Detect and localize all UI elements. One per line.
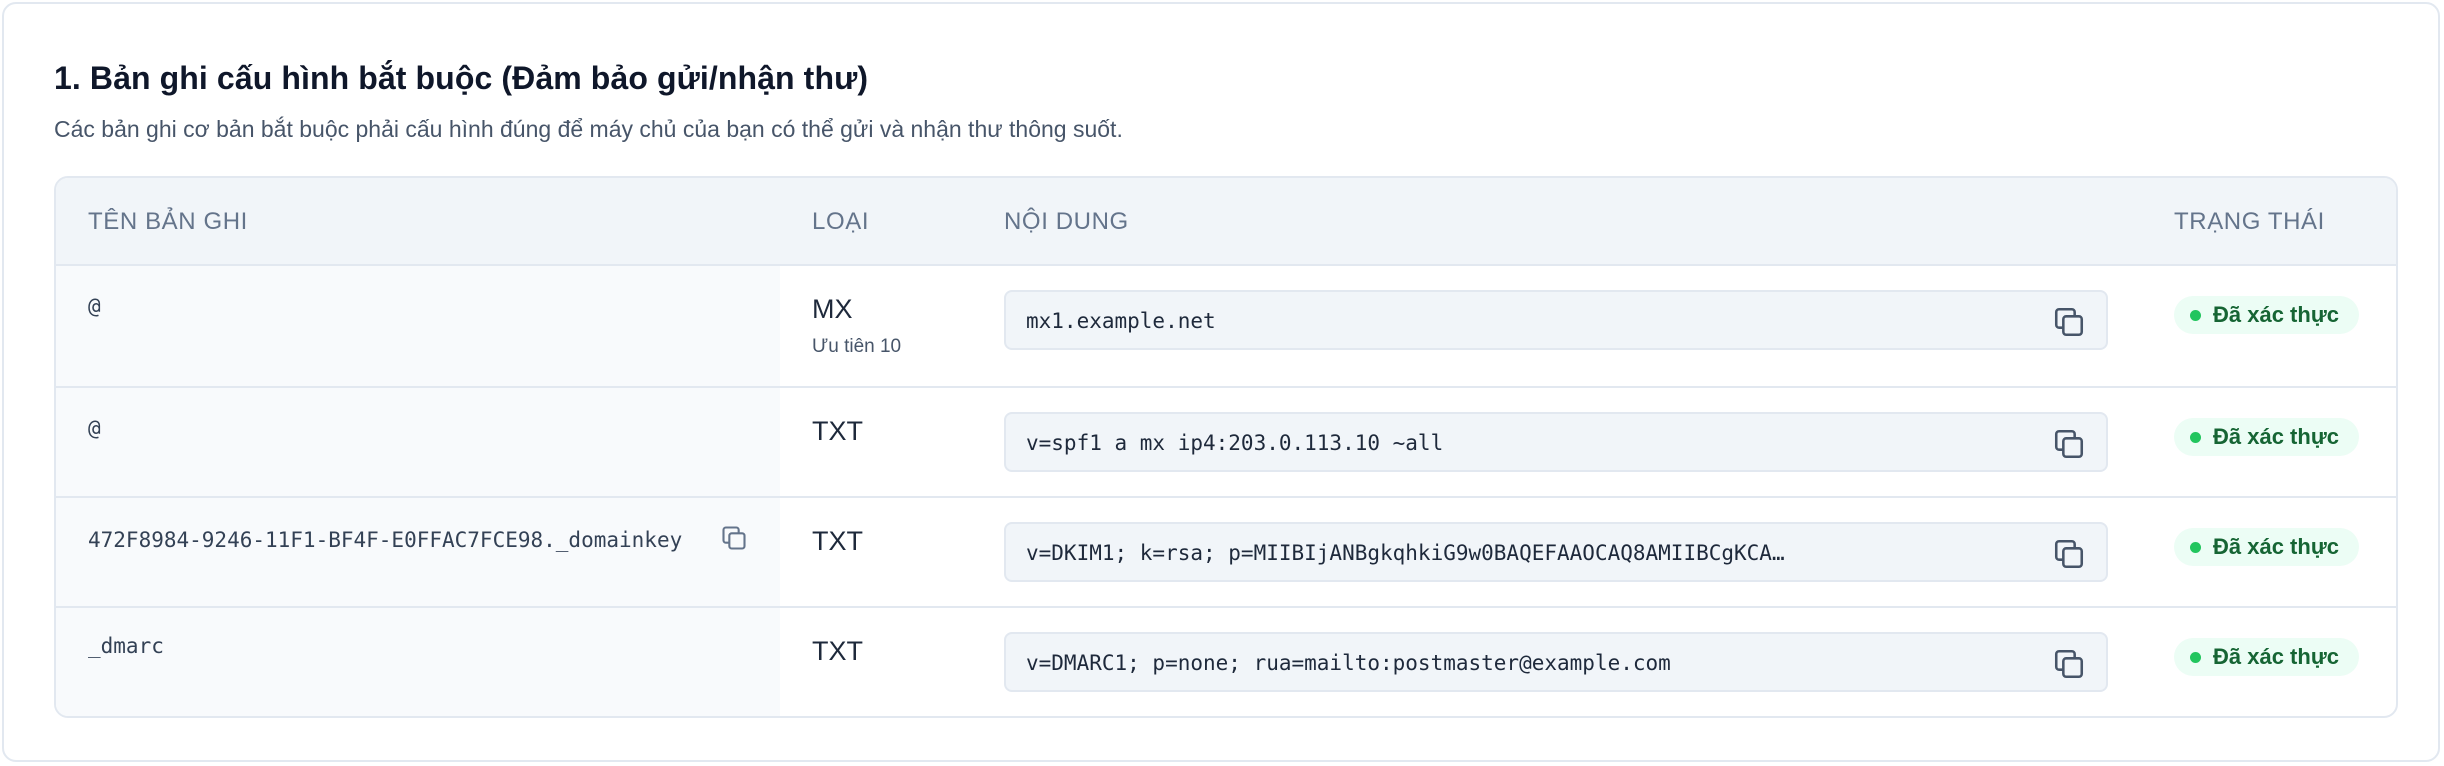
record-value-box: v=spf1 a mx ip4:203.0.113.10 ~all bbox=[1004, 412, 2108, 472]
record-value-box: mx1.example.net bbox=[1004, 290, 2108, 350]
status-badge: Đã xác thực bbox=[2174, 296, 2359, 334]
table-row: @ MX Ưu tiên 10 mx1.example.net Đã xác t… bbox=[56, 266, 2396, 388]
status-badge: Đã xác thực bbox=[2174, 418, 2359, 456]
record-value-box: v=DMARC1; p=none; rua=mailto:postmaster@… bbox=[1004, 632, 2108, 692]
status-label: Đã xác thực bbox=[2213, 424, 2339, 449]
section-description: Các bản ghi cơ bản bắt buộc phải cấu hìn… bbox=[54, 116, 1123, 142]
copy-icon[interactable] bbox=[2052, 537, 2086, 571]
table-row: @ TXT v=spf1 a mx ip4:203.0.113.10 ~all … bbox=[56, 388, 2396, 498]
record-name[interactable]: @ bbox=[88, 294, 101, 318]
table-row: _dmarc TXT v=DMARC1; p=none; rua=mailto:… bbox=[56, 608, 2396, 716]
section-title: 1. Bản ghi cấu hình bắt buộc (Đảm bảo gử… bbox=[54, 60, 869, 96]
status-label: Đã xác thực bbox=[2213, 302, 2339, 327]
header-type: LOẠI bbox=[812, 208, 870, 235]
copy-icon[interactable] bbox=[2052, 647, 2086, 681]
record-type: TXT bbox=[812, 636, 863, 666]
table-header: TÊN BẢN GHI LOẠI NỘI DUNG TRẠNG THÁI bbox=[56, 178, 2396, 266]
header-content: NỘI DUNG bbox=[1004, 208, 1129, 235]
record-name[interactable]: @ bbox=[88, 416, 101, 440]
status-label: Đã xác thực bbox=[2213, 644, 2339, 669]
record-value[interactable]: v=DMARC1; p=none; rua=mailto:postmaster@… bbox=[1026, 651, 2006, 675]
copy-icon[interactable] bbox=[720, 524, 748, 552]
record-value[interactable]: v=spf1 a mx ip4:203.0.113.10 ~all bbox=[1026, 431, 2006, 455]
record-name[interactable]: _dmarc bbox=[88, 634, 164, 658]
dns-records-card: 1. Bản ghi cấu hình bắt buộc (Đảm bảo gử… bbox=[2, 2, 2440, 762]
record-value[interactable]: mx1.example.net bbox=[1026, 309, 2006, 333]
header-status: TRẠNG THÁI bbox=[2174, 208, 2325, 235]
record-type: TXT bbox=[812, 416, 863, 446]
record-name[interactable]: 472F8984-9246-11F1-BF4F-E0FFAC7FCE98._do… bbox=[88, 528, 682, 552]
record-type: TXT bbox=[812, 526, 863, 556]
copy-icon[interactable] bbox=[2052, 427, 2086, 461]
record-value[interactable]: v=DKIM1; k=rsa; p=MIIBIjANBgkqhkiG9w0BAQ… bbox=[1026, 541, 2006, 565]
record-priority: Ưu tiên 10 bbox=[812, 336, 902, 357]
copy-icon[interactable] bbox=[2052, 305, 2086, 339]
status-dot-icon bbox=[2190, 431, 2201, 443]
status-dot-icon bbox=[2190, 309, 2201, 321]
status-badge: Đã xác thực bbox=[2174, 528, 2359, 566]
status-badge: Đã xác thực bbox=[2174, 638, 2359, 676]
status-dot-icon bbox=[2190, 541, 2201, 553]
status-dot-icon bbox=[2190, 651, 2201, 663]
records-table: TÊN BẢN GHI LOẠI NỘI DUNG TRẠNG THÁI @ M… bbox=[54, 176, 2398, 718]
record-type: MX bbox=[812, 294, 853, 324]
header-name: TÊN BẢN GHI bbox=[88, 208, 248, 235]
status-label: Đã xác thực bbox=[2213, 534, 2339, 559]
table-row: 472F8984-9246-11F1-BF4F-E0FFAC7FCE98._do… bbox=[56, 498, 2396, 608]
record-value-box: v=DKIM1; k=rsa; p=MIIBIjANBgkqhkiG9w0BAQ… bbox=[1004, 522, 2108, 582]
